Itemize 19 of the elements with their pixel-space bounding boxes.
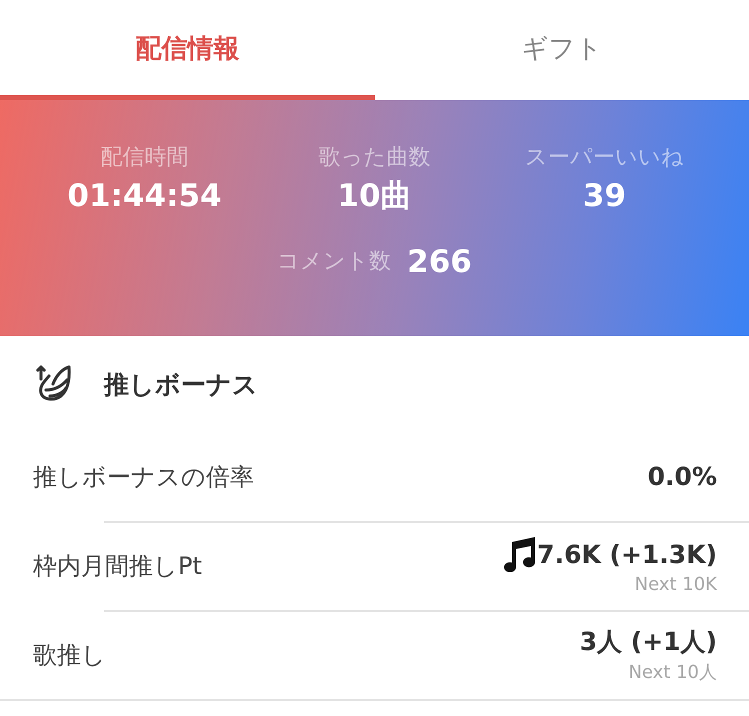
tab[interactable]: ギフト xyxy=(374,0,749,100)
stat-value: 39 xyxy=(582,177,626,216)
stat-label: スーパーいいね xyxy=(525,144,684,172)
section-title: 推しボーナス xyxy=(104,368,258,400)
music-notes-icon xyxy=(501,536,538,572)
stat-value: 10曲 xyxy=(337,177,412,216)
stat-label: 配信時間 xyxy=(100,144,188,172)
stat-value: 01:44:54 xyxy=(67,177,222,216)
row-label: 推しボーナスの倍率 xyxy=(33,462,254,492)
next-goal-text: Next 10人 xyxy=(628,661,717,684)
row-value: 0.0% xyxy=(648,462,717,491)
row-label: 歌推し xyxy=(33,640,106,670)
stat-label: コメント数 xyxy=(277,248,392,276)
stat-value: 266 xyxy=(407,243,472,282)
stat-label: 歌った曲数 xyxy=(318,144,430,172)
next-goal-text: Next 10K xyxy=(634,574,717,595)
row-label: 枠内月間推しPt xyxy=(33,550,202,582)
row-value: 3人 (+1人) xyxy=(580,626,717,658)
row-value: 7.6K (+1.3K) xyxy=(537,540,717,568)
